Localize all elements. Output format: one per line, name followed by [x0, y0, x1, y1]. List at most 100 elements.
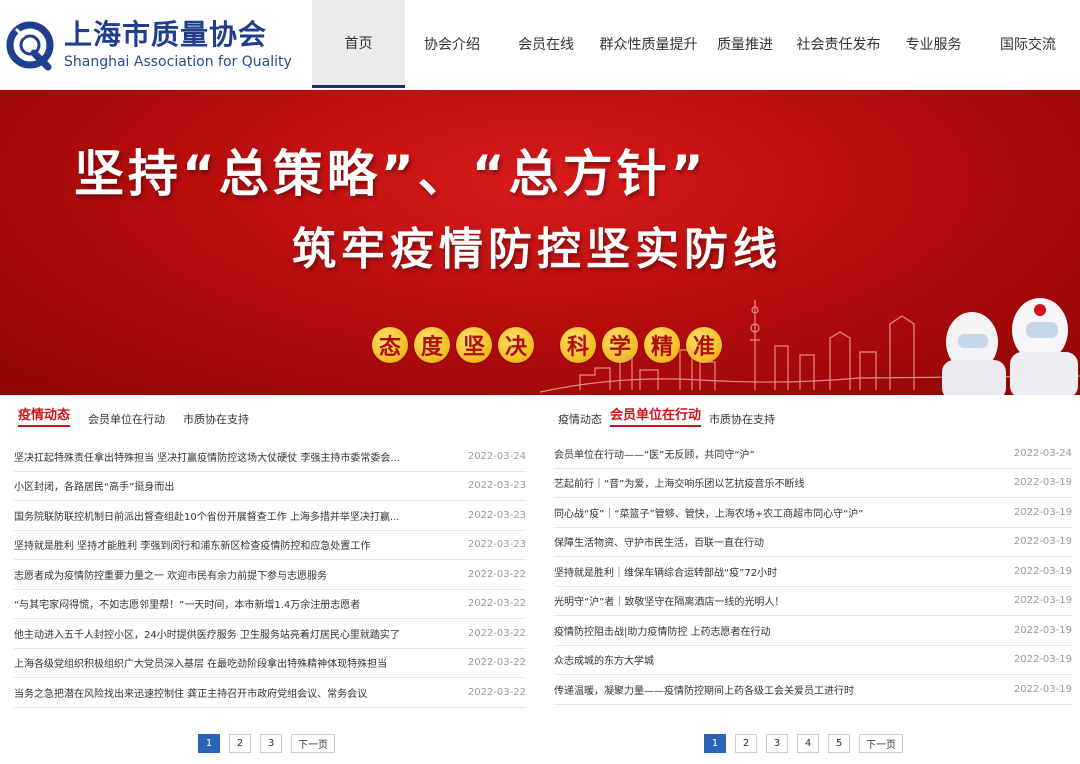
news-date: 2022-03-24 — [1013, 447, 1072, 459]
list-item[interactable]: 艺起前行｜“音”为爱，上海交响乐团以艺抗疫音乐不断线 2022-03-19 — [554, 469, 1072, 498]
nav-professional-services[interactable]: 专业服务 — [891, 0, 976, 88]
news-date: 2022-03-23 — [467, 480, 526, 492]
slogan-badge: 坚 — [456, 327, 492, 363]
news-title-link[interactable]: 艺起前行｜“音”为爱，上海交响乐团以艺抗疫音乐不断线 — [554, 475, 804, 490]
list-item[interactable]: 传递温暖，凝聚力量——疫情防控期间上药各级工会关爱员工进行时 2022-03-19 — [554, 675, 1072, 705]
tab-member-actions[interactable]: 会员单位在行动 — [610, 404, 702, 427]
list-item[interactable]: 同心战“疫”｜“菜篮子”管够、管快，上海农场+农工商超市同心守“沪” 2022-0… — [554, 498, 1072, 528]
logo-chinese-name: 上海市质量协会 — [64, 18, 268, 51]
news-title-link[interactable]: 坚决扛起特殊责任拿出特殊担当 坚决打赢疫情防控这场大仗硬仗 李强主持市委常委会.… — [14, 449, 400, 464]
news-date: 2022-03-24 — [467, 450, 526, 462]
nav-members[interactable]: 会员在线 — [499, 0, 593, 88]
list-item[interactable]: 他主动进入五千人封控小区，24小时提供医疗服务 卫生服务站亮着灯居民心里就踏实了… — [14, 619, 526, 649]
hero-banner[interactable]: 坚持“总策略”、“总方针” 筑牢疫情防控坚实防线 态 度 坚 决 科 学 精 准 — [0, 90, 1080, 395]
news-title-link[interactable]: 同心战“疫”｜“菜篮子”管够、管快，上海农场+农工商超市同心守“沪” — [554, 505, 863, 520]
news-date: 2022-03-22 — [467, 686, 526, 698]
list-item[interactable]: 志愿者成为疫情防控重要力量之一 欢迎市民有余力前提下参与志愿服务 2022-03-… — [14, 560, 526, 590]
news-date: 2022-03-19 — [1013, 506, 1072, 518]
page-button-3[interactable]: 3 — [766, 734, 788, 753]
list-item[interactable]: 上海各级党组织积极组织广大党员深入基层 在最吃劲阶段拿出特殊精神体现特殊担当 20… — [14, 649, 526, 678]
right-panel-tabs: 疫情动态 会员单位在行动 市质协在支持 — [558, 404, 793, 427]
news-date: 2022-03-22 — [467, 568, 526, 580]
news-date: 2022-03-19 — [1013, 565, 1072, 577]
news-title-link[interactable]: 国务院联防联控机制日前派出督查组赴10个省份开展督查工作 上海多措并举坚决打赢.… — [14, 508, 399, 523]
news-title-link[interactable]: 志愿者成为疫情防控重要力量之一 欢迎市民有余力前提下参与志愿服务 — [14, 567, 327, 582]
right-news-list: 会员单位在行动——“医”无反顾，共同守“沪” 2022-03-24 艺起前行｜“音… — [554, 439, 1072, 705]
nav-social-responsibility[interactable]: 社会责任发布 — [786, 0, 891, 88]
list-item[interactable]: 国务院联防联控机制日前派出督查组赴10个省份开展督查工作 上海多措并举坚决打赢.… — [14, 501, 526, 531]
list-item[interactable]: 坚持就是胜利｜维保车辆综合运转部战“疫”72小时 2022-03-19 — [554, 557, 1072, 587]
page-button-1[interactable]: 1 — [198, 734, 220, 753]
list-item[interactable]: 保障生活物资、守护市民生活，百联一直在行动 2022-03-19 — [554, 528, 1072, 557]
news-date: 2022-03-19 — [1013, 536, 1072, 548]
main-nav: 首页 协会介绍 会员在线 群众性质量提升 质量推进 社会责任发布 专业服务 国际… — [312, 0, 1080, 88]
news-title-link[interactable]: 小区封闭，各路居民“高手”挺身而出 — [14, 478, 174, 493]
right-pagination: 1 2 3 4 5 下一页 — [704, 734, 912, 753]
news-title-link[interactable]: 保障生活物资、守护市民生活，百联一直在行动 — [554, 534, 764, 549]
list-item[interactable]: 会员单位在行动——“医”无反顾，共同守“沪” 2022-03-24 — [554, 439, 1072, 469]
page-button-1[interactable]: 1 — [704, 734, 726, 753]
news-date: 2022-03-22 — [467, 627, 526, 639]
list-item[interactable]: 坚决扛起特殊责任拿出特殊担当 坚决打赢疫情防控这场大仗硬仗 李强主持市委常委会.… — [14, 442, 526, 472]
city-skyline-illustration — [540, 298, 1080, 395]
list-item[interactable]: 疫情防控阻击战|助力疫情防控 上药志愿者在行动 2022-03-19 — [554, 616, 1072, 646]
left-pagination: 1 2 3 下一页 — [198, 734, 344, 753]
tab-member-actions[interactable]: 会员单位在行动 — [88, 411, 165, 427]
news-title-link[interactable]: “与其宅家闷得慌，不如志愿邻里帮！”一天时间，本市新增1.4万余注册志愿者 — [14, 596, 360, 611]
list-item[interactable]: 坚持就是胜利 坚持才能胜利 李强到闵行和浦东新区检查疫情防控和应急处置工作 202… — [14, 531, 526, 560]
banner-subheadline: 筑牢疫情防控坚实防线 — [292, 224, 782, 275]
tab-epidemic-updates[interactable]: 疫情动态 — [18, 404, 71, 427]
news-date: 2022-03-23 — [467, 539, 526, 551]
slogan-badge: 态 — [372, 327, 408, 363]
left-news-list: 坚决扛起特殊责任拿出特殊担当 坚决打赢疫情防控这场大仗硬仗 李强主持市委常委会.… — [14, 442, 526, 708]
news-title-link[interactable]: 传递温暖，凝聚力量——疫情防控期间上药各级工会关爱员工进行时 — [554, 682, 854, 697]
news-title-link[interactable]: 当务之急把潜在风险找出来迅速控制住 龚正主持召开市政府党组会议、常务会议 — [14, 685, 367, 700]
news-title-link[interactable]: 众志成城的东方大学城 — [554, 652, 654, 667]
news-date: 2022-03-22 — [467, 657, 526, 669]
tab-association-support[interactable]: 市质协在支持 — [183, 411, 249, 427]
news-title-link[interactable]: 坚持就是胜利｜维保车辆综合运转部战“疫”72小时 — [554, 564, 777, 579]
medical-workers-illustration — [942, 298, 1078, 395]
slogan-badge: 决 — [498, 327, 534, 363]
news-date: 2022-03-23 — [467, 509, 526, 521]
member-actions-panel: 疫情动态 会员单位在行动 市质协在支持 会员单位在行动——“医”无反顾，共同守“… — [540, 396, 1080, 764]
news-title-link[interactable]: 上海各级党组织积极组织广大党员深入基层 在最吃劲阶段拿出特殊精神体现特殊担当 — [14, 655, 387, 670]
next-page-button[interactable]: 下一页 — [859, 734, 903, 753]
page-button-4[interactable]: 4 — [797, 734, 819, 753]
page-button-2[interactable]: 2 — [735, 734, 757, 753]
nav-international[interactable]: 国际交流 — [976, 0, 1080, 88]
nav-home[interactable]: 首页 — [312, 0, 405, 88]
news-title-link[interactable]: 会员单位在行动——“医”无反顾，共同守“沪” — [554, 446, 755, 461]
banner-headline: 坚持“总策略”、“总方针” — [74, 145, 708, 203]
list-item[interactable]: 当务之急把潜在风险找出来迅速控制住 龚正主持召开市政府党组会议、常务会议 2022… — [14, 678, 526, 708]
logo-text: 上海市质量协会 Shanghai Association for Quality — [64, 19, 292, 71]
page-button-3[interactable]: 3 — [260, 734, 282, 753]
nav-quality-promotion[interactable]: 质量推进 — [704, 0, 786, 88]
site-logo[interactable]: 上海市质量协会 Shanghai Association for Quality — [4, 12, 304, 78]
news-title-link[interactable]: 他主动进入五千人封控小区，24小时提供医疗服务 卫生服务站亮着灯居民心里就踏实了 — [14, 626, 400, 641]
list-item[interactable]: 众志成城的东方大学城 2022-03-19 — [554, 646, 1072, 675]
left-panel-tabs: 疫情动态 会员单位在行动 市质协在支持 — [18, 404, 267, 427]
news-title-link[interactable]: 坚持就是胜利 坚持才能胜利 李强到闵行和浦东新区检查疫情防控和应急处置工作 — [14, 537, 370, 552]
news-date: 2022-03-19 — [1013, 683, 1072, 695]
list-item[interactable]: “与其宅家闷得慌，不如志愿邻里帮！”一天时间，本市新增1.4万余注册志愿者 202… — [14, 590, 526, 619]
news-date: 2022-03-19 — [1013, 654, 1072, 666]
nav-about[interactable]: 协会介绍 — [405, 0, 499, 88]
page-button-5[interactable]: 5 — [828, 734, 850, 753]
news-date: 2022-03-19 — [1013, 595, 1072, 607]
news-title-link[interactable]: 疫情防控阻击战|助力疫情防控 上药志愿者在行动 — [554, 623, 771, 638]
list-item[interactable]: 小区封闭，各路居民“高手”挺身而出 2022-03-23 — [14, 472, 526, 501]
list-item[interactable]: 光明守“沪”者｜致敬坚守在隔离酒店一线的光明人！ 2022-03-19 — [554, 587, 1072, 616]
tab-association-support[interactable]: 市质协在支持 — [709, 411, 775, 427]
slogan-badge: 度 — [414, 327, 450, 363]
logo-english-name: Shanghai Association for Quality — [64, 54, 292, 70]
nav-mass-quality[interactable]: 群众性质量提升 — [593, 0, 704, 88]
page-button-2[interactable]: 2 — [229, 734, 251, 753]
tab-epidemic-updates[interactable]: 疫情动态 — [558, 411, 602, 427]
news-date: 2022-03-22 — [467, 598, 526, 610]
news-date: 2022-03-19 — [1013, 477, 1072, 489]
news-title-link[interactable]: 光明守“沪”者｜致敬坚守在隔离酒店一线的光明人！ — [554, 593, 784, 608]
epidemic-news-panel: 疫情动态 会员单位在行动 市质协在支持 坚决扛起特殊责任拿出特殊担当 坚决打赢疫… — [0, 396, 540, 764]
next-page-button[interactable]: 下一页 — [291, 734, 335, 753]
news-date: 2022-03-19 — [1013, 624, 1072, 636]
